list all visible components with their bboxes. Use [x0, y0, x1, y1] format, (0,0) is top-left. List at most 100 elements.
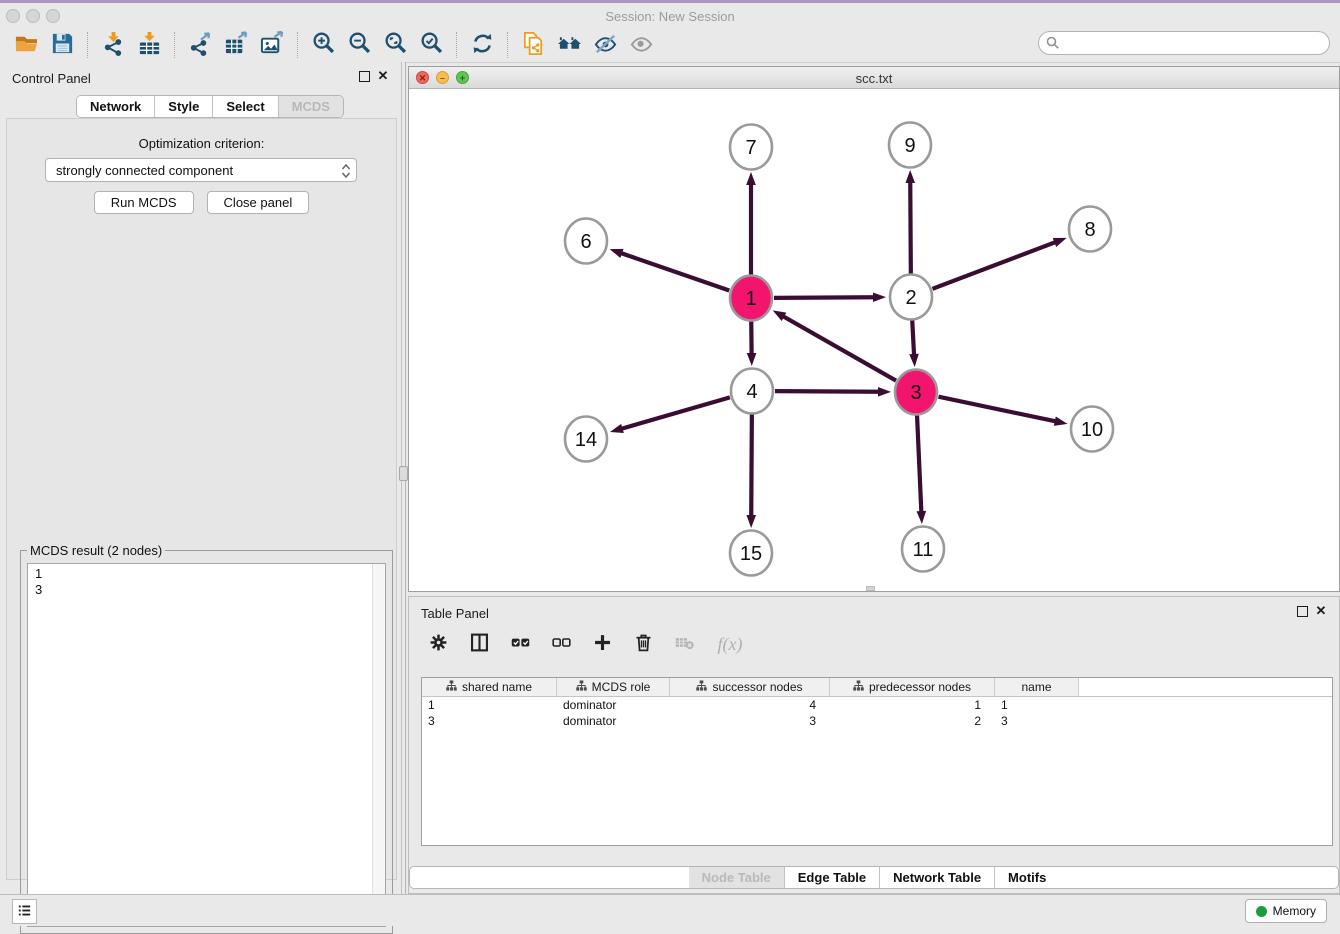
tab-network[interactable]: Network	[77, 96, 154, 117]
run-mcds-button[interactable]: Run MCDS	[94, 191, 194, 214]
memory-label: Memory	[1273, 904, 1316, 918]
graph-edge-3-11[interactable]	[917, 415, 921, 513]
control-panel-float-button[interactable]	[359, 71, 370, 82]
control-panel-header: Control Panel ✕	[0, 62, 403, 92]
tab-network-table[interactable]: Network Table	[879, 867, 994, 888]
column-header-name[interactable]: name	[995, 678, 1079, 696]
graph-node-14[interactable]: 14	[565, 417, 607, 462]
show-all-button[interactable]	[623, 30, 659, 60]
table-row[interactable]: 3dominator323	[422, 713, 1332, 729]
mcds-result-scrollbar[interactable]	[372, 564, 385, 926]
toolbar-separator	[456, 32, 457, 58]
graph-node-8[interactable]: 8	[1069, 207, 1111, 252]
deselect-all-button[interactable]	[548, 631, 574, 657]
zoom-in-button[interactable]	[305, 30, 341, 60]
select-all-button[interactable]	[507, 631, 533, 657]
toolbar-separator	[87, 32, 88, 58]
graph-edge-2-9[interactable]	[910, 181, 911, 274]
search-input[interactable]	[1038, 31, 1330, 55]
tab-style[interactable]: Style	[154, 96, 212, 117]
mcds-result-list[interactable]: 13	[27, 563, 386, 927]
table-panel-float-button[interactable]	[1297, 606, 1308, 617]
network-graph-canvas[interactable]: 7 9 6 8 1 2 4 3 14 10 15 11	[409, 89, 1339, 591]
tab-node-table[interactable]: Node Table	[689, 867, 784, 888]
graph-edge-4-14[interactable]	[621, 397, 730, 429]
duplicate-network-button[interactable]	[515, 30, 551, 60]
graph-edge-1-2[interactable]	[774, 297, 875, 298]
column-header-shared-name[interactable]: shared name	[422, 678, 557, 696]
main-toolbar	[0, 27, 1340, 63]
column-header-MCDS-role[interactable]: MCDS role	[557, 678, 670, 696]
graph-node-3[interactable]: 3	[895, 370, 937, 415]
graph-node-15[interactable]: 15	[730, 531, 772, 576]
first-neighbors-icon	[557, 31, 582, 59]
import-table-button[interactable]	[131, 30, 167, 60]
zoom-selected-button[interactable]	[413, 30, 449, 60]
column-header-successor-nodes[interactable]: successor nodes	[670, 678, 830, 696]
panel-splitter-grip[interactable]	[399, 466, 408, 481]
import-network-button[interactable]	[95, 30, 131, 60]
table-cell: dominator	[557, 713, 670, 729]
graph-edge-2-3[interactable]	[912, 320, 914, 356]
graph-node-1[interactable]: 1	[730, 276, 772, 321]
tab-motifs[interactable]: Motifs	[994, 867, 1059, 888]
graph-edge-4-15[interactable]	[751, 414, 752, 517]
delete-rows-button[interactable]	[630, 631, 656, 657]
mcds-result-group: MCDS result (2 nodes) 13	[20, 550, 393, 934]
column-header-label: shared name	[462, 680, 532, 694]
graph-node-6[interactable]: 6	[565, 219, 607, 264]
first-neighbors-button[interactable]	[551, 30, 587, 60]
status-bar: Memory	[0, 894, 1340, 926]
zoom-out-button[interactable]	[341, 30, 377, 60]
table-row[interactable]: 1dominator411	[422, 697, 1332, 713]
column-header-predecessor-nodes[interactable]: predecessor nodes	[830, 678, 995, 696]
graph-edge-arrowhead	[746, 515, 756, 528]
criterion-select[interactable]: strongly connected component	[45, 158, 357, 182]
column-panel-button[interactable]	[466, 631, 492, 657]
network-window-titlebar[interactable]: ✕ – + scc.txt	[409, 67, 1339, 89]
graph-node-10[interactable]: 10	[1071, 407, 1113, 452]
export-table-button[interactable]	[218, 30, 254, 60]
open-file-button[interactable]	[8, 30, 44, 60]
memory-status-icon	[1256, 906, 1267, 917]
add-row-icon	[592, 632, 613, 656]
graph-edge-4-3[interactable]	[775, 391, 880, 392]
graph-node-4[interactable]: 4	[731, 369, 773, 414]
control-panel-close-button[interactable]: ✕	[376, 68, 390, 84]
save-session-button[interactable]	[44, 30, 80, 60]
close-panel-button[interactable]: Close panel	[207, 191, 310, 214]
graph-edge-3-1[interactable]	[782, 316, 896, 381]
optimization-criterion-label: Optimization criterion:	[7, 136, 396, 151]
table-cell: dominator	[557, 697, 670, 713]
function-builder-button: f(x)	[712, 631, 748, 657]
settings-button[interactable]	[425, 631, 451, 657]
graph-node-9[interactable]: 9	[889, 123, 931, 168]
zoom-fit-button[interactable]	[377, 30, 413, 60]
function-builder-icon: f(x)	[718, 634, 743, 655]
graph-node-2[interactable]: 2	[890, 275, 932, 320]
refresh-button[interactable]	[464, 30, 500, 60]
mcds-result-item[interactable]: 1	[28, 566, 371, 582]
export-image-button[interactable]	[254, 30, 290, 60]
add-row-button[interactable]	[589, 631, 615, 657]
graph-node-label: 6	[580, 231, 591, 253]
task-history-button[interactable]	[12, 899, 37, 924]
column-panel-icon	[469, 632, 490, 656]
graph-node-11[interactable]: 11	[902, 527, 944, 572]
memory-button[interactable]: Memory	[1245, 899, 1327, 923]
graph-node-7[interactable]: 7	[730, 125, 772, 170]
graph-node-label: 11	[913, 539, 934, 561]
tab-select[interactable]: Select	[212, 96, 277, 117]
mcds-result-item[interactable]: 3	[28, 582, 371, 598]
tab-mcds[interactable]: MCDS	[278, 96, 343, 117]
tab-edge-table[interactable]: Edge Table	[784, 867, 879, 888]
graph-edge-1-6[interactable]	[620, 253, 729, 291]
zoom-fit-icon	[383, 31, 408, 59]
table-panel-close-button[interactable]: ✕	[1314, 603, 1328, 619]
window-resize-grip[interactable]	[866, 586, 875, 591]
export-network-button[interactable]	[182, 30, 218, 60]
graph-edge-2-8[interactable]	[933, 242, 1057, 289]
graph-edge-3-10[interactable]	[939, 397, 1057, 422]
hide-selected-button[interactable]	[587, 30, 623, 60]
column-header-label: MCDS role	[592, 680, 651, 694]
